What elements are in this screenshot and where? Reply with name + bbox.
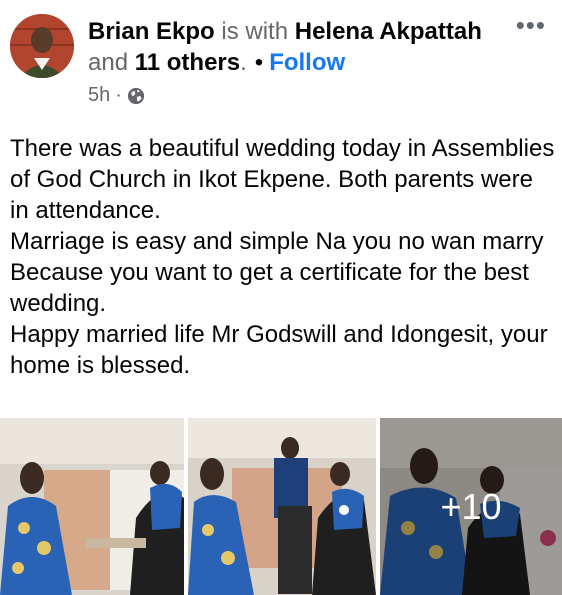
with-text: is with: [221, 18, 289, 45]
post-author-line: Brian Ekpo is with Helena Akpattah and 1…: [88, 16, 488, 78]
more-photos-count: +10: [440, 485, 502, 527]
avatar[interactable]: [10, 14, 74, 78]
photo-1[interactable]: [0, 418, 184, 595]
post-timestamp[interactable]: 5h: [88, 84, 110, 107]
photo-grid: +10: [0, 418, 562, 595]
post-paragraph-1: There was a beautiful wedding today in A…: [10, 135, 555, 224]
photo-3[interactable]: +10: [380, 418, 562, 595]
more-photos-overlay[interactable]: +10: [380, 418, 562, 595]
wedding-photo-image: [188, 418, 376, 595]
and-text: and: [88, 49, 129, 76]
post-meta: 5h ·: [88, 84, 145, 107]
period-text: .: [240, 49, 247, 76]
avatar-image: [10, 14, 74, 78]
separator-dot: •: [254, 49, 264, 76]
post-paragraph-3: Happy married life Mr Godswill and Idong…: [10, 321, 548, 379]
more-options-icon[interactable]: •••: [516, 10, 546, 41]
photo-2[interactable]: [188, 418, 376, 595]
author-name[interactable]: Brian Ekpo: [88, 18, 215, 45]
wedding-photo-image: [0, 418, 184, 595]
globe-icon[interactable]: [127, 87, 145, 105]
meta-separator: ·: [115, 84, 122, 106]
post-header: Brian Ekpo is with Helena Akpattah and 1…: [0, 0, 562, 120]
follow-button[interactable]: Follow: [269, 49, 345, 76]
post-paragraph-2: Marriage is easy and simple Na you no wa…: [10, 228, 544, 317]
post-text: There was a beautiful wedding today in A…: [10, 133, 555, 381]
tagged-person[interactable]: Helena Akpattah: [295, 18, 482, 45]
others-link[interactable]: 11 others: [135, 49, 240, 76]
